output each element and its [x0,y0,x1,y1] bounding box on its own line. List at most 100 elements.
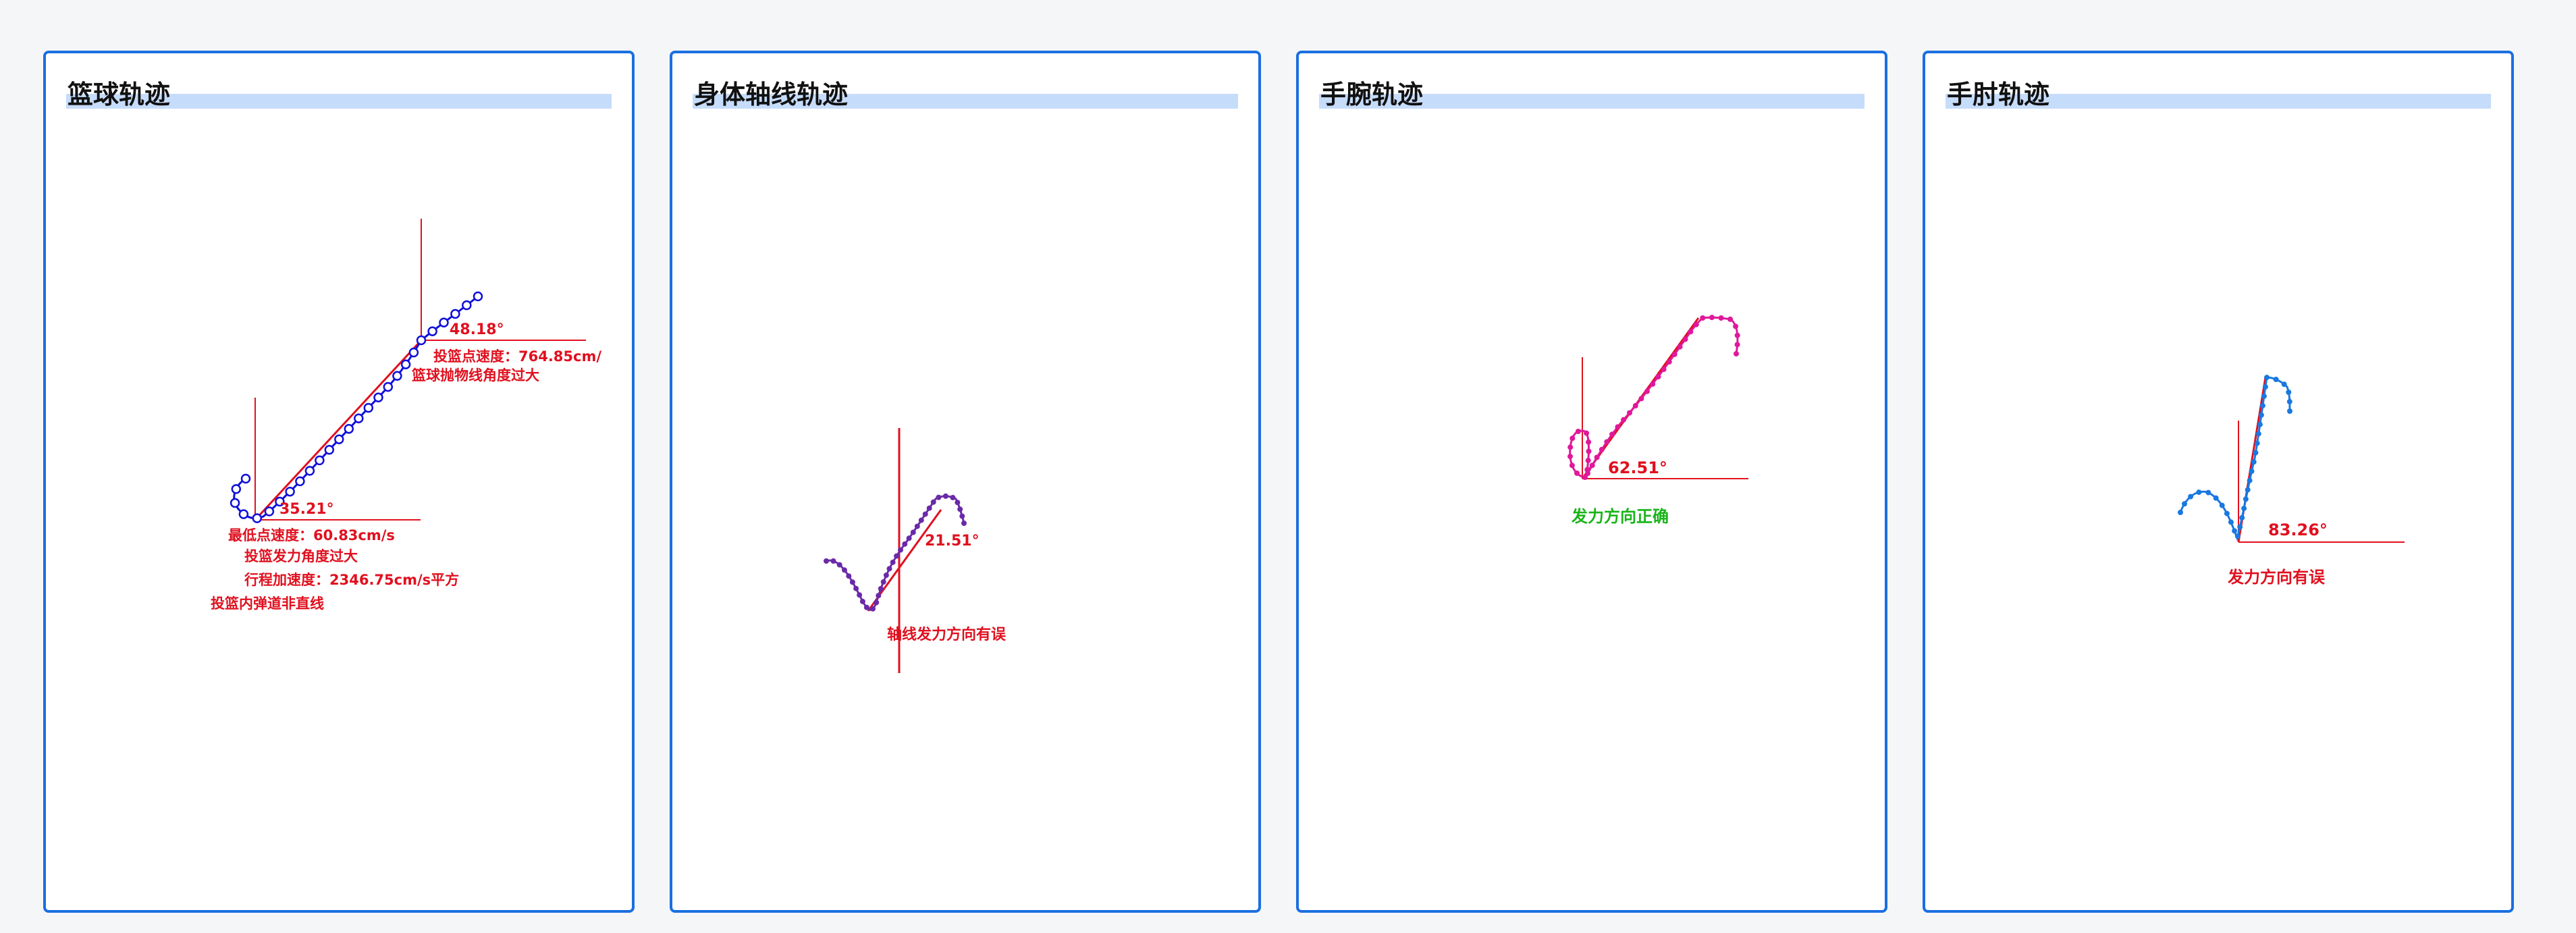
trace-point [392,371,402,381]
trace-point [2287,408,2292,414]
trace-point [252,513,263,523]
trace-point [902,541,908,547]
trace-point [2257,421,2263,427]
trace-point [1599,446,1605,452]
trace-point [849,579,855,585]
trace-point [2182,501,2187,507]
trace-point [846,573,852,579]
trace-point [1677,344,1683,350]
ball-trace-path [233,295,479,520]
trace-point [264,506,275,516]
trace-point [2205,489,2211,496]
trace-point [2281,381,2287,388]
trace-point [1709,315,1715,321]
trace-point [334,434,344,444]
trace-point [910,529,916,535]
trace-point [1718,315,1724,321]
elbow-angle-label: 83.26° [2268,521,2328,539]
trace-point [2247,477,2253,483]
wrist-trace-path [1569,316,1739,479]
trace-point [2239,514,2245,521]
trace-point [2213,495,2219,501]
trace-point [2253,450,2259,456]
trace-point [295,476,305,487]
low-speed-label: 最低点速度：60.83cm/s [228,527,395,543]
trace-point [230,498,240,508]
trace-point [876,593,882,599]
trace-point [1671,351,1678,357]
trace-point [1594,454,1600,460]
trace-point [2234,533,2240,539]
release-speed-label: 投篮点速度：764.85cm/ [433,348,601,365]
trace-point [1734,332,1740,338]
body-axis-trajectory-panel: 身体轴线轨迹 21.51° 轴线发力方向有误 [670,51,1261,913]
trace-point [1650,381,1656,387]
trace-point [957,506,963,512]
trace-point [906,535,912,541]
trace-point [859,598,865,604]
trace-point [1586,448,1592,454]
trace-point [324,445,335,455]
trace-point [2224,510,2230,516]
trace-point [344,423,354,434]
trace-point [231,484,242,494]
trace-point [400,359,411,370]
trace-point [878,586,884,591]
trace-point [1567,454,1573,460]
trace-point [886,566,892,572]
trace-point [1615,424,1621,430]
trace-point [874,599,880,606]
trajectory-warning-label: 投篮内弹道非直线 [211,595,324,612]
shot-direction-line [254,339,423,521]
trace-point [408,347,419,358]
trace-point [2237,524,2243,530]
trace-point [898,547,903,553]
body-axis-trace-path [826,495,965,611]
trace-point [427,326,437,336]
trace-point [2262,384,2268,390]
wrist-trace-points [1567,315,1740,480]
trace-point [853,585,859,591]
trace-point [842,567,847,573]
release-angle-label: 48.18° [450,321,504,338]
trace-point [918,517,924,523]
trace-point [1569,462,1575,469]
trace-point [238,509,249,519]
trace-point [2251,459,2257,465]
trace-point [1586,439,1592,445]
trace-point [315,455,325,466]
trace-point [416,335,427,346]
trace-point [830,558,836,564]
trace-point [450,309,460,319]
trace-point [1727,316,1734,322]
trace-point [2178,510,2183,515]
trace-point [304,466,315,476]
trace-point [1734,351,1739,356]
trace-point [462,300,472,311]
trace-point [1621,417,1627,423]
trace-point [926,505,932,511]
trace-point [1700,315,1706,321]
trace-point [2261,393,2267,399]
trace-point [961,521,967,526]
trace-point [1644,388,1650,394]
wrist-trajectory-chart: 62.51° 发力方向正确 [1567,315,1748,526]
trace-point [2241,506,2247,512]
trace-point [2273,377,2279,382]
trace-point [2232,528,2238,534]
force-angle-warning-label: 投篮发力角度过大 [244,548,358,564]
trace-point [1589,462,1595,469]
trace-point [1661,367,1667,372]
trace-point [1569,435,1576,442]
trace-point [2264,375,2270,381]
trace-point [1584,430,1590,436]
axis-angle-label: 21.51° [925,533,980,550]
axis-message-label: 轴线发力方向有误 [887,626,1007,643]
trace-point [373,392,383,403]
trace-point [1632,403,1638,408]
trace-point [959,513,965,519]
trace-point [1666,359,1672,365]
trace-point [2249,469,2255,474]
elbow-trace-path [2179,376,2291,541]
trace-point [914,523,920,529]
